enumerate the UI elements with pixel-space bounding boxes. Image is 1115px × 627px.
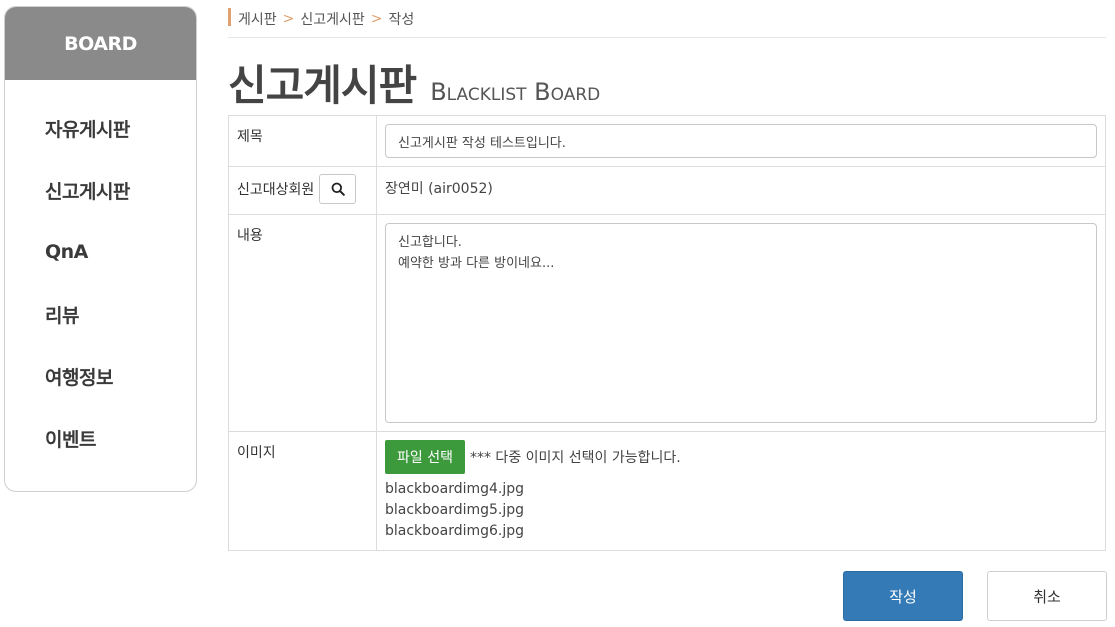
target-member-label: 신고대상회원 [237,182,315,198]
page-subtitle: Blacklist Board [430,78,601,106]
breadcrumb-report-board[interactable]: 신고게시판 [300,9,364,29]
file-item: blackboardimg5.jpg [385,502,525,518]
sidebar: BOARD 자유게시판 신고게시판 QnA 리뷰 여행정보 이벤트 [4,6,197,492]
form-row-target: 신고대상회원 장연미 (air0052) [228,166,1106,215]
file-note: *** 다중 이미지 선택이 가능합니다. [469,450,681,466]
sidebar-item-report-board[interactable]: 신고게시판 [5,159,196,221]
sidebar-header: BOARD [5,7,196,80]
file-item: blackboardimg6.jpg [385,523,525,539]
file-item: blackboardimg4.jpg [385,481,525,497]
sidebar-item-qna[interactable]: QnA [5,221,196,283]
sidebar-item-event[interactable]: 이벤트 [5,407,196,469]
member-search-button[interactable] [319,174,357,204]
title-label: 제목 [228,115,377,167]
form-row-content: 내용 신고합니다. 예약한 방과 다른 방이네요... [228,214,1106,432]
file-list: blackboardimg4.jpg blackboardimg5.jpg bl… [385,479,1097,542]
main-content: 게시판 > 신고게시판 > 작성 신고게시판 Blacklist Board 제… [228,0,1106,551]
breadcrumb: 게시판 > 신고게시판 > 작성 [228,0,1106,38]
target-member-value: 장연미 (air0052) [385,181,493,197]
form-row-image: 이미지 파일 선택 *** 다중 이미지 선택이 가능합니다. blackboa… [228,431,1106,551]
breadcrumb-write: 작성 [388,11,415,28]
sidebar-menu: 자유게시판 신고게시판 QnA 리뷰 여행정보 이벤트 [5,80,196,469]
content-label: 내용 [228,214,377,432]
sidebar-item-review[interactable]: 리뷰 [5,283,196,345]
page-title: 신고게시판 [228,61,417,110]
report-form: 제목 신고대상회원 장연미 (air0052) [228,115,1106,551]
page-heading: 신고게시판 Blacklist Board [228,38,1106,110]
image-label: 이미지 [228,431,377,551]
sidebar-item-travel-info[interactable]: 여행정보 [5,345,196,407]
chevron-right-icon: > [370,10,383,27]
search-icon [331,182,345,196]
chevron-right-icon: > [282,10,295,27]
form-row-title: 제목 [228,115,1106,167]
submit-button[interactable]: 작성 [843,571,963,621]
title-input[interactable] [385,124,1097,158]
breadcrumb-board[interactable]: 게시판 [238,9,277,29]
content-textarea[interactable]: 신고합니다. 예약한 방과 다른 방이네요... [385,223,1097,423]
cancel-button[interactable]: 취소 [987,571,1107,621]
form-actions: 작성 취소 [843,571,1107,621]
file-select-button[interactable]: 파일 선택 [385,440,465,474]
sidebar-item-free-board[interactable]: 자유게시판 [5,97,196,159]
